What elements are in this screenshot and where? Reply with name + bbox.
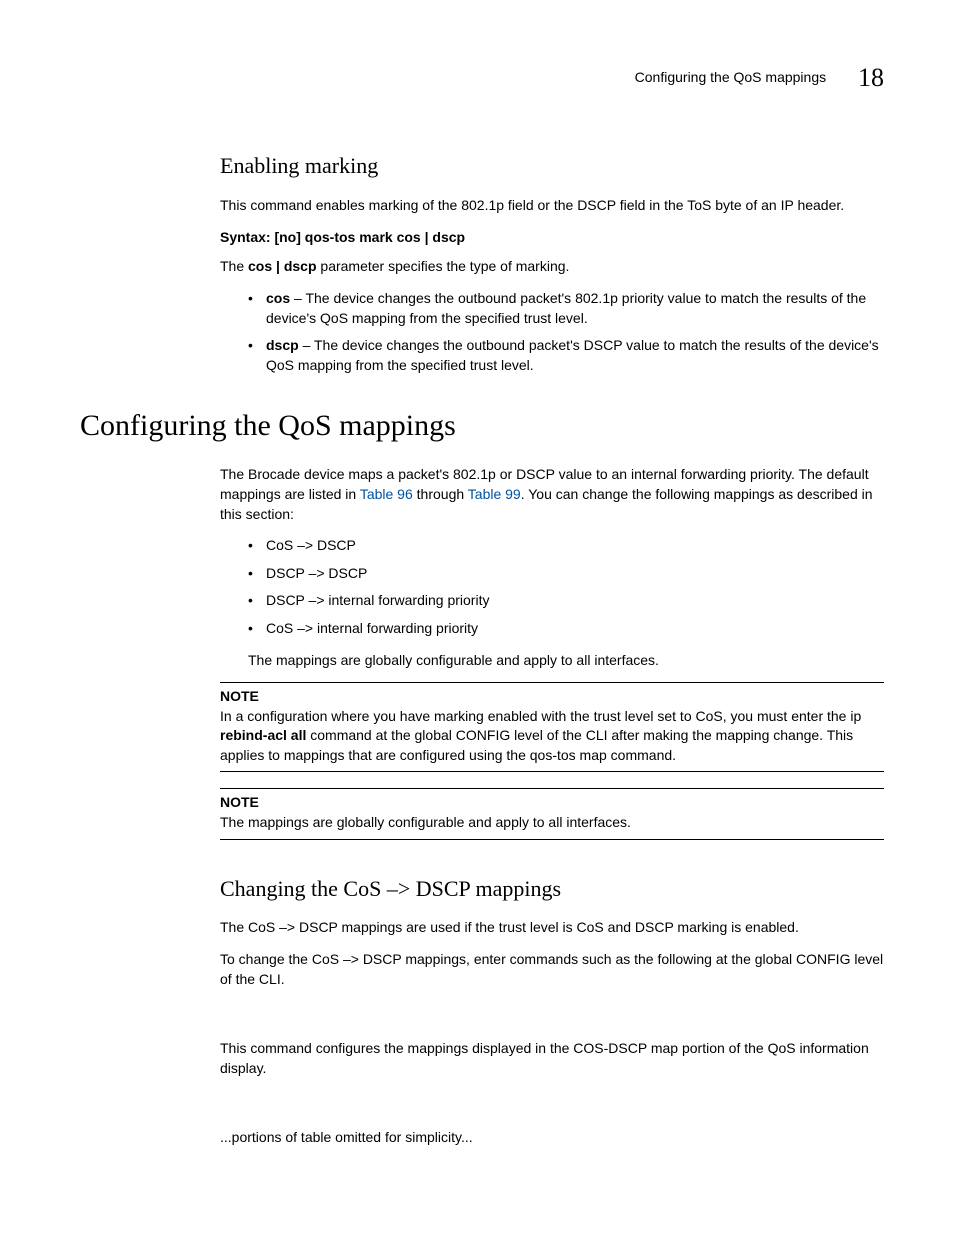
intro-mid: through [413, 486, 468, 502]
param-bold: cos | dscp [248, 258, 317, 274]
syntax-line: Syntax: [no] qos-tos mark cos | dscp [220, 228, 884, 248]
paragraph: The CoS –> DSCP mappings are used if the… [220, 918, 884, 938]
param-pre: The [220, 258, 248, 274]
table-link-96[interactable]: Table 96 [360, 486, 413, 502]
list-item: cos – The device changes the outbound pa… [248, 289, 884, 328]
list-item: CoS –> internal forwarding priority [248, 619, 884, 639]
bullet-desc: – The device changes the outbound packet… [266, 337, 879, 373]
list-item: dscp – The device changes the outbound p… [248, 336, 884, 375]
heading-enabling-marking: Enabling marking [220, 151, 884, 182]
section-configuring-qos-mappings: The Brocade device maps a packet's 802.1… [220, 465, 884, 1148]
syntax-body: [no] qos-tos mark cos | dscp [271, 229, 466, 245]
note-label: NOTE [220, 788, 884, 813]
after-bullets-paragraph: The mappings are globally configurable a… [248, 651, 884, 671]
heading-changing-cos-dscp: Changing the CoS –> DSCP mappings [220, 874, 884, 905]
marking-bullet-list: cos – The device changes the outbound pa… [220, 289, 884, 375]
paragraph: ...portions of table omitted for simplic… [220, 1128, 884, 1148]
note-label: NOTE [220, 682, 884, 707]
note-body: In a configuration where you have markin… [220, 707, 884, 773]
list-item: CoS –> DSCP [248, 536, 884, 556]
intro-paragraph: The Brocade device maps a packet's 802.1… [220, 465, 884, 524]
running-title: Configuring the QoS mappings [635, 68, 826, 88]
note-bold: rebind-acl all [220, 727, 306, 743]
bullet-text: DSCP –> internal forwarding priority [266, 592, 489, 608]
list-item: DSCP –> internal forwarding priority [248, 591, 884, 611]
page-header: Configuring the QoS mappings 18 [80, 60, 884, 96]
bullet-term: dscp [266, 337, 299, 353]
param-description: The cos | dscp parameter specifies the t… [220, 257, 884, 277]
table-link-99[interactable]: Table 99 [468, 486, 521, 502]
syntax-label: Syntax: [220, 229, 271, 245]
bullet-desc: – The device changes the outbound packet… [266, 290, 866, 326]
note-post: command at the global CONFIG level of th… [220, 727, 853, 763]
mappings-bullet-list: CoS –> DSCP DSCP –> DSCP DSCP –> interna… [220, 536, 884, 638]
bullet-term: cos [266, 290, 290, 306]
intro-paragraph: This command enables marking of the 802.… [220, 196, 884, 216]
paragraph: To change the CoS –> DSCP mappings, ente… [220, 950, 884, 989]
paragraph: This command configures the mappings dis… [220, 1039, 884, 1078]
section-enabling-marking: Enabling marking This command enables ma… [220, 151, 884, 375]
note-pre: In a configuration where you have markin… [220, 708, 861, 724]
bullet-text: CoS –> internal forwarding priority [266, 620, 478, 636]
note-body: The mappings are globally configurable a… [220, 813, 884, 840]
list-item: DSCP –> DSCP [248, 564, 884, 584]
heading-configuring-qos-mappings: Configuring the QoS mappings [80, 405, 884, 447]
chapter-number: 18 [858, 60, 884, 96]
bullet-text: CoS –> DSCP [266, 537, 356, 553]
bullet-text: DSCP –> DSCP [266, 565, 367, 581]
param-post: parameter specifies the type of marking. [317, 258, 570, 274]
